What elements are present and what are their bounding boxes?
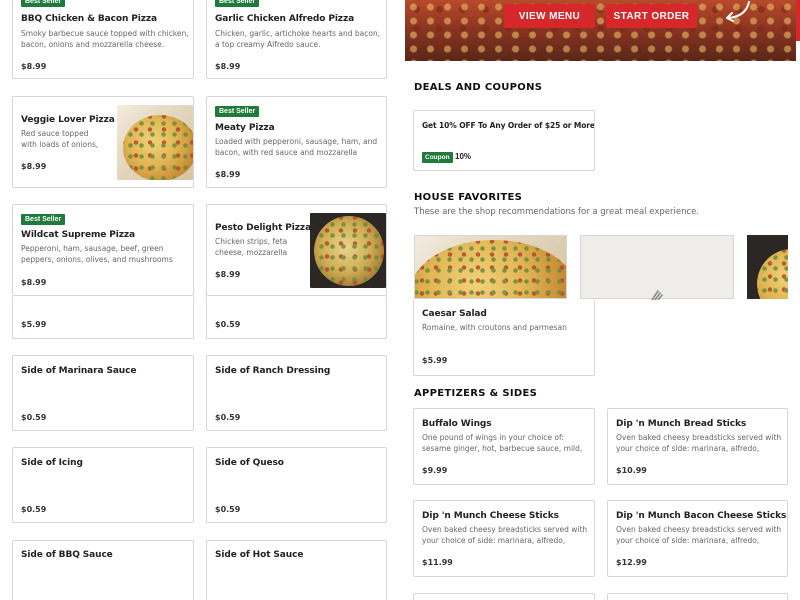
pesto-pizza-image (310, 213, 386, 288)
item-price: $5.99 (422, 356, 448, 365)
coupon-card[interactable]: Get 10% OFF To Any Order of $25 or More … (413, 110, 595, 171)
item-name: BBQ Chicken & Bacon Pizza (21, 14, 158, 24)
appetizer-card[interactable]: Dip 'n Munch Bread Sticks Oven baked che… (607, 408, 788, 485)
item-name: Side of Icing (21, 458, 83, 468)
item-name: Dip 'n Munch Cheese Sticks (422, 511, 559, 521)
item-description: Oven baked cheesy breadsticks served wit… (616, 433, 782, 453)
item-description: Loaded with pepperoni, sausage, ham, and… (215, 137, 378, 157)
view-menu-button[interactable]: VIEW MENU (504, 4, 595, 28)
menu-item-card[interactable]: $0.59 (206, 296, 387, 339)
appetizer-card[interactable] (413, 593, 595, 600)
favorite-image-pizza[interactable] (414, 235, 567, 299)
item-price: $8.99 (215, 270, 241, 279)
menu-item-card[interactable]: Side of Ranch Dressing $0.59 (206, 355, 387, 431)
favorites-subtitle: These are the shop recommendations for a… (414, 207, 700, 217)
item-name: Side of Ranch Dressing (215, 366, 331, 376)
item-name: Pesto Delight Pizza (215, 223, 312, 233)
appetizer-card[interactable]: Buffalo Wings One pound of wings in your… (413, 408, 595, 485)
menu-item-card[interactable]: Best Seller Meaty Pizza Loaded with pepp… (206, 96, 387, 188)
item-price: $8.99 (21, 278, 47, 287)
item-price: $12.99 (616, 558, 647, 567)
curved-arrow-icon (726, 1, 750, 22)
menu-item-card[interactable]: Best Seller BBQ Chicken & Bacon Pizza Sm… (12, 0, 194, 79)
coupon-value: 10% (455, 152, 472, 161)
item-price: $9.99 (422, 466, 448, 475)
best-seller-badge: Best Seller (215, 106, 260, 117)
item-price: $8.99 (215, 62, 241, 71)
item-description: Chicken strips, feta cheese, mozzarella … (215, 237, 288, 257)
appetizer-card[interactable]: Dip 'n Munch Cheese Sticks Oven baked ch… (413, 500, 595, 577)
item-name: Meaty Pizza (215, 123, 275, 133)
best-seller-badge: Best Seller (21, 214, 66, 225)
item-price: $0.59 (215, 413, 241, 422)
item-name: Side of Marinara Sauce (21, 366, 137, 376)
menu-item-card[interactable]: Side of Queso $0.59 (206, 447, 387, 523)
hero-edge (796, 0, 800, 41)
item-name: Side of BBQ Sauce (21, 550, 113, 560)
item-price: $10.99 (616, 466, 647, 475)
menu-item-card[interactable]: Side of Icing $0.59 (12, 447, 194, 523)
menu-item-card[interactable]: Best Seller Wildcat Supreme Pizza Pepper… (12, 204, 194, 296)
item-description: One pound of wings in your choice of: se… (422, 433, 583, 453)
favorites-title: HOUSE FAVORITES (414, 192, 523, 203)
item-price: $8.99 (21, 162, 47, 171)
item-name: Dip 'n Munch Bacon Cheese Sticks (616, 511, 787, 521)
favorite-card[interactable]: Caesar Salad Romaine, with croutons and … (413, 299, 595, 376)
best-seller-badge: Best Seller (215, 0, 260, 7)
item-name: Wildcat Supreme Pizza (21, 230, 136, 240)
menu-item-card[interactable]: Side of Hot Sauce (206, 540, 387, 600)
hero-banner: VIEW MENU START ORDER (405, 0, 796, 61)
menu-item-card[interactable]: Pesto Delight Pizza Chicken strips, feta… (206, 204, 387, 296)
item-price: $8.99 (21, 62, 47, 71)
item-description: Pepperoni, ham, sausage, beef, green pep… (21, 244, 173, 264)
menu-item-card[interactable]: Veggie Lover Pizza Red sauce topped with… (12, 96, 194, 188)
appetizer-card[interactable] (607, 593, 788, 600)
coupon-badge: Coupon (422, 152, 453, 163)
fork-icon (651, 290, 663, 300)
menu-item-card[interactable]: Best Seller Garlic Chicken Alfredo Pizza… (206, 0, 387, 79)
start-order-button[interactable]: START ORDER (606, 4, 697, 28)
veggie-pizza-image (117, 105, 193, 180)
item-price: $0.59 (21, 413, 47, 422)
item-price: $8.99 (215, 170, 241, 179)
item-name: Side of Hot Sauce (215, 550, 304, 560)
item-price: $5.99 (21, 320, 47, 329)
item-description: Oven baked cheesy breadsticks served wit… (422, 525, 588, 545)
item-description: Oven baked cheesy breadsticks served wit… (616, 525, 782, 545)
item-name: Garlic Chicken Alfredo Pizza (215, 14, 355, 24)
appetizers-title: APPETIZERS & SIDES (414, 388, 538, 399)
item-description: Smoky barbecue sauce topped with chicken… (21, 29, 189, 49)
item-price: $0.59 (21, 505, 47, 514)
best-seller-badge: Best Seller (21, 0, 66, 7)
item-name: Caesar Salad (422, 309, 487, 319)
item-name: Veggie Lover Pizza (21, 115, 115, 125)
deals-title: DEALS AND COUPONS (414, 82, 543, 93)
appetizer-card[interactable]: Dip 'n Munch Bacon Cheese Sticks Oven ba… (607, 500, 788, 577)
favorite-image-placeholder[interactable] (580, 235, 734, 300)
menu-item-card[interactable]: Side of Marinara Sauce $0.59 (12, 355, 194, 431)
menu-item-card[interactable]: $5.99 (12, 296, 194, 339)
menu-item-card[interactable]: Side of BBQ Sauce (12, 540, 194, 600)
item-description: Romaine, with croutons and parmesan chee… (422, 323, 567, 332)
favorite-image-pan[interactable] (747, 235, 788, 299)
item-name: Buffalo Wings (422, 419, 492, 429)
item-price: $0.59 (215, 320, 241, 329)
item-description: Chicken, garlic, artichoke hearts and ba… (215, 29, 381, 49)
item-name: Side of Queso (215, 458, 284, 468)
item-name: Dip 'n Munch Bread Sticks (616, 419, 747, 429)
item-price: $11.99 (422, 558, 453, 567)
item-description: Red sauce topped with loads of onions, g… (21, 129, 99, 149)
item-price: $0.59 (215, 505, 241, 514)
coupon-title: Get 10% OFF To Any Order of $25 or More (422, 121, 595, 130)
